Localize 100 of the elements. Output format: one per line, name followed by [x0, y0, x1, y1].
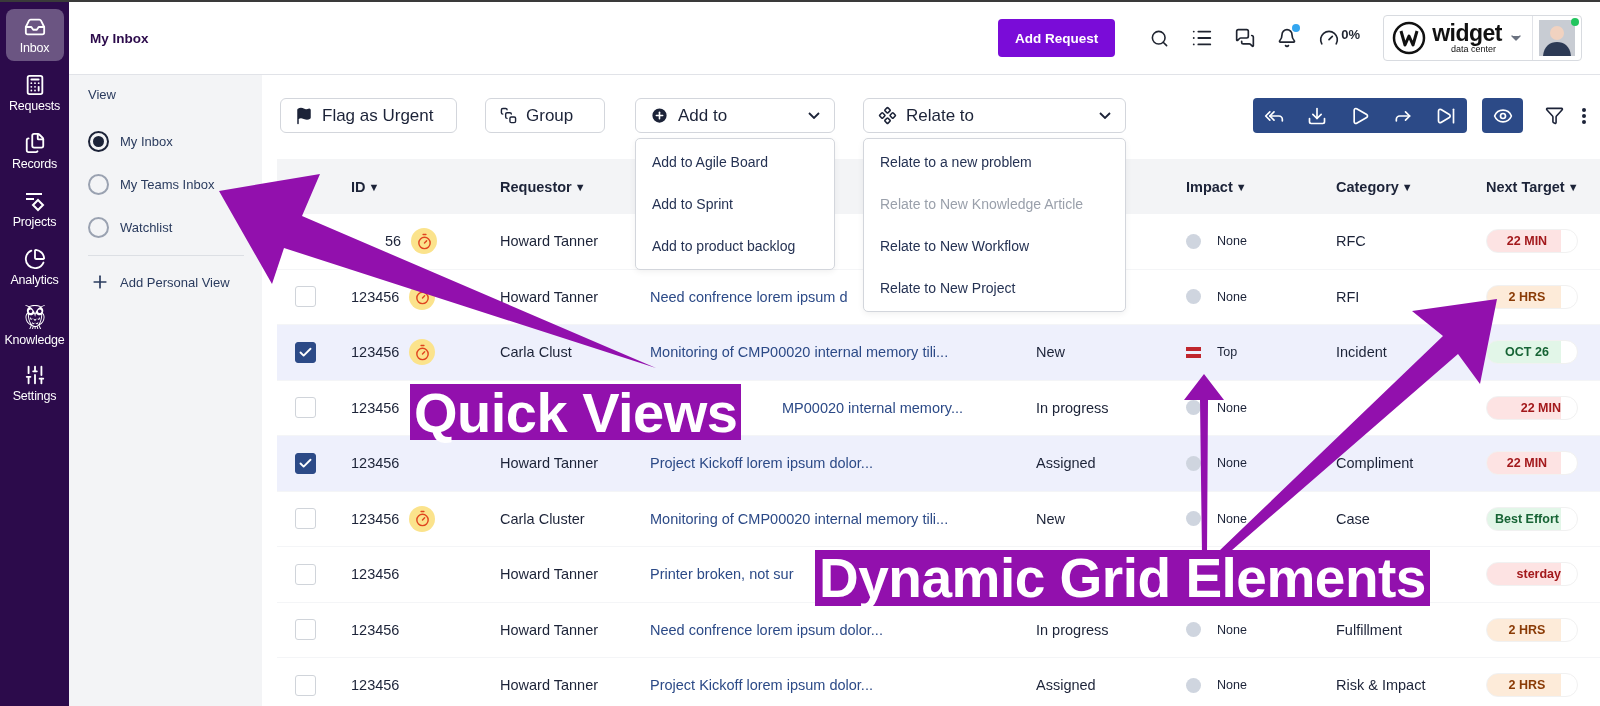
- nav-label: Analytics: [10, 272, 59, 287]
- radio-button[interactable]: [88, 217, 109, 238]
- subject-link[interactable]: Need confrence lorem ipsum dolor...: [650, 621, 883, 638]
- row-checkbox[interactable]: [295, 341, 316, 363]
- search-button[interactable]: [1150, 28, 1170, 48]
- sort-caret-icon: ▼: [1235, 180, 1247, 193]
- subject-link[interactable]: Project Kickoff lorem ipsum dolor...: [650, 455, 873, 472]
- nav-item[interactable]: Inbox: [5, 9, 64, 61]
- nav-item[interactable]: Settings: [5, 357, 64, 409]
- section-heading: View: [88, 87, 117, 102]
- column-header[interactable]: Impact: [1186, 178, 1233, 195]
- subject-link[interactable]: Monitoring of CMP00020 internal memory tili...: [650, 510, 949, 527]
- subject-link[interactable]: Need confrence lorem ipsum d: [650, 288, 848, 305]
- view-label[interactable]: My Teams Inbox: [120, 177, 215, 192]
- nav-item[interactable]: Knowledge: [5, 299, 64, 351]
- nav-item[interactable]: Analytics: [5, 241, 64, 293]
- target-badge: 2 HRS: [1486, 284, 1578, 309]
- table-cell: None: [1217, 234, 1247, 249]
- menu-item[interactable]: Add to product backlog: [636, 225, 834, 267]
- table-cell-text: In progress: [1036, 399, 1110, 416]
- table-cell-text: RFC: [1336, 233, 1367, 250]
- menu-item[interactable]: Relate to a new problem: [864, 141, 1125, 183]
- subject-link[interactable]: Monitoring of CMP00020 internal memory tili...: [650, 344, 949, 361]
- menu-item[interactable]: Add to Agile Board: [636, 141, 834, 183]
- table-cell: 123456: [351, 344, 400, 361]
- subject-link[interactable]: Printer broken, not sur: [650, 566, 794, 583]
- table-cell: None: [1217, 678, 1247, 693]
- add-request-button[interactable]: Add Request: [998, 19, 1116, 57]
- nav-label: Requests: [8, 98, 61, 113]
- menu-item[interactable]: Relate to New Project: [864, 267, 1125, 309]
- add-to-dropdown[interactable]: Add to: [635, 98, 835, 133]
- table-cell: None: [1217, 289, 1247, 304]
- flag-icon: [295, 106, 313, 125]
- table-cell-text: Compliment: [1336, 455, 1415, 472]
- table-cell-text: Case: [1336, 510, 1371, 527]
- view-button[interactable]: [1482, 98, 1523, 133]
- nav-label: Records: [11, 156, 58, 171]
- table-cell-text: Assigned: [1036, 677, 1097, 694]
- nav-label: Settings: [12, 388, 57, 403]
- table-cell-text: Carla Clust: [500, 344, 573, 361]
- table-cell: 123456: [351, 510, 400, 527]
- chat-button[interactable]: [1235, 28, 1256, 48]
- subject-link[interactable]: Project Kickoff lorem ipsum dolor...: [650, 677, 873, 694]
- table-cell-text: Howard Tanner: [500, 621, 600, 638]
- table-cell: 123456: [351, 621, 400, 638]
- target-badge: 2 HRS: [1486, 673, 1578, 698]
- nav-item[interactable]: Records: [5, 125, 64, 177]
- column-header[interactable]: Category: [1336, 178, 1399, 195]
- view-label[interactable]: My Inbox: [120, 134, 173, 149]
- diamond-icon: [878, 106, 897, 125]
- column-header[interactable]: ID: [351, 178, 366, 195]
- nav-item[interactable]: Projects: [5, 183, 64, 235]
- table-cell-text: Howard Tanner: [500, 677, 600, 694]
- sort-caret-icon: ▼: [574, 180, 586, 193]
- menu-item[interactable]: Add to Sprint: [636, 183, 834, 225]
- group-button[interactable]: Group: [485, 98, 605, 133]
- table-cell-text: Incident: [1336, 344, 1388, 361]
- plus-circle-icon: [650, 106, 669, 125]
- column-header[interactable]: Requestor: [500, 178, 572, 195]
- table-cell: 56: [385, 233, 402, 250]
- page-title: My Inbox: [90, 30, 150, 46]
- sort-caret-icon: ▼: [368, 180, 380, 193]
- gauge-icon: [1319, 28, 1340, 48]
- view-label[interactable]: Watchlist: [120, 220, 173, 235]
- avatar[interactable]: [1539, 20, 1575, 56]
- table-cell: 123456: [351, 677, 400, 694]
- table-cell-text: RFI: [1336, 288, 1361, 305]
- chat-bubbles-icon: [1235, 28, 1256, 48]
- flag-as-urgent-button[interactable]: Flag as Urgent: [280, 98, 457, 133]
- subject-link[interactable]: MP00020 internal memory...: [782, 399, 964, 416]
- target-badge: sterday: [1486, 562, 1578, 587]
- nav-label: Projects: [12, 214, 57, 229]
- target-badge: OCT 26: [1486, 340, 1578, 365]
- table-cell: 123456: [351, 455, 400, 472]
- target-badge: 22 MIN: [1486, 451, 1578, 476]
- table-cell: None: [1217, 511, 1247, 526]
- sort-caret-icon: ▼: [1401, 180, 1413, 193]
- target-badge: 22 MIN: [1486, 395, 1578, 420]
- files-icon: [23, 131, 46, 154]
- search-icon: [1150, 28, 1170, 48]
- radio-button[interactable]: [88, 131, 109, 152]
- pie-chart-icon: [23, 247, 46, 270]
- add-personal-view-button[interactable]: Add Personal View: [88, 266, 230, 292]
- table-cell-text: Assigned: [1036, 455, 1097, 472]
- table-cell: 123456: [351, 288, 400, 305]
- relate-to-dropdown[interactable]: Relate to: [863, 98, 1126, 133]
- table-cell-text: Risk & Impact: [1336, 677, 1427, 694]
- download-icon: [1307, 105, 1328, 126]
- menu-item[interactable]: Relate to New Workflow: [864, 225, 1125, 267]
- nav-label: Inbox: [19, 40, 50, 55]
- stack-icon: [500, 107, 517, 124]
- radio-button[interactable]: [88, 174, 109, 195]
- nav-item[interactable]: Requests: [5, 67, 64, 119]
- table-cell: 123456: [351, 566, 400, 583]
- target-badge: 22 MIN: [1486, 229, 1578, 254]
- row-checkbox[interactable]: [295, 452, 316, 474]
- progress-button[interactable]: 0%: [1319, 28, 1361, 48]
- table-cell-text: Howard Tanner: [500, 455, 600, 472]
- logo-tagline: data center: [1450, 45, 1496, 54]
- column-header[interactable]: Next Target: [1486, 178, 1565, 195]
